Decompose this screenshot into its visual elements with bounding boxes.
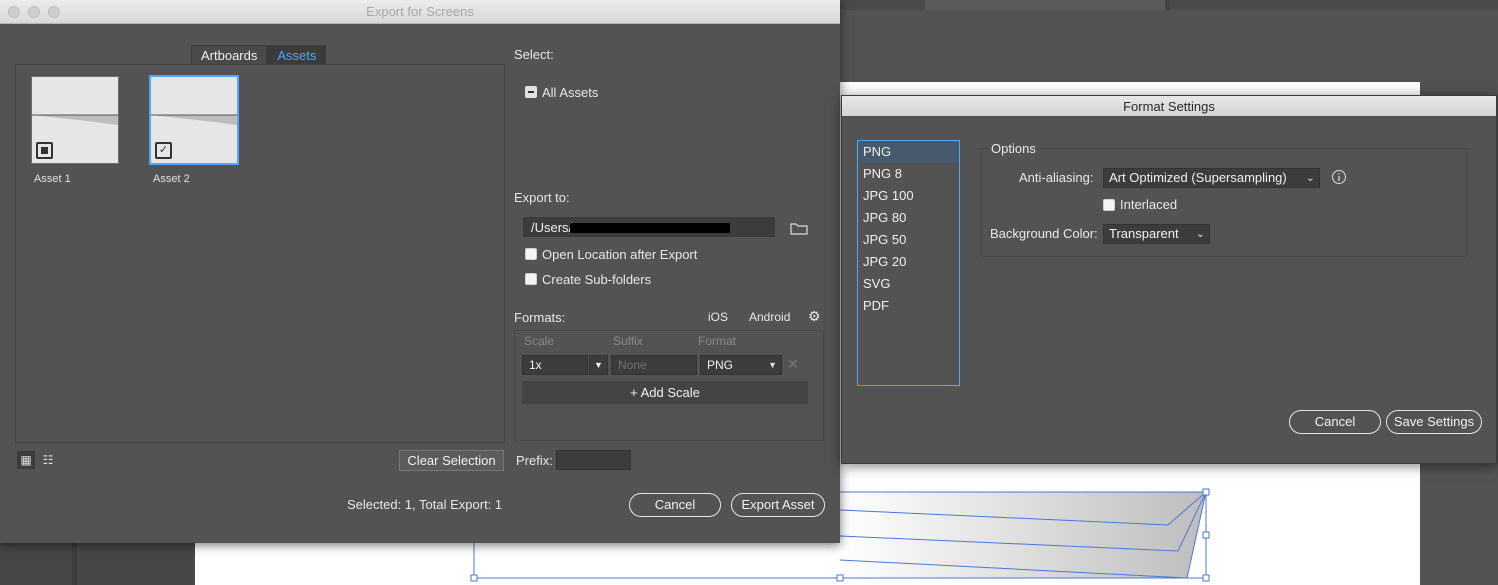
selection-status: Selected: 1, Total Export: 1 [347, 497, 503, 512]
export-asset-button[interactable]: Export Asset [731, 493, 825, 517]
create-subfolders-label: Create Sub-folders [542, 272, 652, 287]
chevron-down-icon: ⌄ [1305, 172, 1315, 184]
background-color-select[interactable]: Transparent ⌄ [1103, 224, 1210, 244]
ios-preset-button[interactable]: iOS [708, 310, 728, 324]
create-subfolders-checkbox[interactable] [525, 273, 537, 285]
artwork-shape [840, 492, 1206, 578]
format-list-item[interactable]: JPG 100 [858, 185, 959, 207]
column-header-format: Format [698, 334, 737, 348]
android-preset-button[interactable]: Android [749, 310, 790, 324]
grid-view-icon[interactable]: ▦ [17, 451, 35, 469]
anti-aliasing-select[interactable]: Art Optimized (Supersampling) ⌄ [1103, 168, 1320, 188]
remove-scale-icon[interactable]: ✕ [787, 356, 799, 373]
formats-label: Formats: [514, 310, 566, 325]
dialog-titlebar: Export for Screens [0, 0, 840, 24]
format-settings-dialog: Format Settings PNG PNG 8 JPG 100 JPG 80… [841, 95, 1497, 464]
selection-handle[interactable] [1202, 531, 1210, 539]
format-list-item[interactable]: JPG 50 [858, 229, 959, 251]
dialog-title: Export for Screens [366, 4, 474, 19]
format-select-value: PNG [707, 358, 734, 372]
format-list-item[interactable]: JPG 20 [858, 251, 959, 273]
anti-aliasing-label: Anti-aliasing: [1019, 170, 1094, 185]
format-list-item[interactable]: JPG 80 [858, 207, 959, 229]
export-to-label: Export to: [514, 190, 570, 205]
background-color-label: Background Color: [990, 226, 1098, 241]
gear-icon[interactable]: ⚙ [808, 308, 821, 325]
cancel-button[interactable]: Cancel [629, 493, 721, 517]
chevron-down-icon: ▼ [768, 360, 777, 370]
column-header-scale: Scale [524, 334, 555, 348]
asset-grid-panel: Asset 1 ✓ Asset 2 [15, 64, 505, 443]
redacted-path [570, 223, 730, 233]
prefix-label: Prefix: [516, 453, 553, 468]
scale-dropdown-icon[interactable]: ▼ [589, 355, 608, 375]
selection-handle[interactable] [470, 574, 478, 582]
chevron-down-icon: ⌄ [1195, 228, 1205, 240]
selection-handle[interactable] [1202, 574, 1210, 582]
all-assets-label: All Assets [542, 85, 599, 100]
format-list-item[interactable]: PDF [858, 295, 959, 317]
open-location-checkbox[interactable] [525, 248, 537, 260]
asset-checkbox-checked[interactable]: ✓ [155, 142, 172, 159]
selection-handle[interactable] [836, 574, 844, 582]
options-label: Options [990, 141, 1037, 156]
zoom-window-button[interactable] [48, 6, 60, 18]
asset-label: Asset 1 [34, 173, 71, 185]
folder-icon[interactable] [790, 221, 808, 235]
format-settings-title: Format Settings [842, 96, 1496, 116]
asset-label: Asset 2 [153, 173, 190, 185]
format-select[interactable]: PNG ▼ [700, 355, 782, 375]
open-location-label: Open Location after Export [542, 247, 698, 262]
info-icon[interactable] [1331, 169, 1347, 185]
tab-assets[interactable]: Assets [267, 45, 327, 64]
asset-thumbnail-1[interactable] [31, 76, 119, 164]
scale-input[interactable]: 1x [522, 355, 588, 375]
all-assets-checkbox[interactable] [525, 86, 537, 98]
asset-thumbnail-2[interactable]: ✓ [149, 75, 239, 165]
column-header-suffix: Suffix [613, 334, 643, 348]
format-list-item[interactable]: PNG 8 [858, 163, 959, 185]
export-path-text: /Users/ [531, 220, 573, 235]
asset-checkbox[interactable] [36, 142, 53, 159]
tab-bar: Artboards Assets [191, 45, 327, 64]
close-window-button[interactable] [8, 6, 20, 18]
format-cancel-button[interactable]: Cancel [1289, 410, 1381, 434]
select-label: Select: [514, 47, 554, 62]
prefix-input[interactable] [556, 450, 631, 470]
minimize-window-button[interactable] [28, 6, 40, 18]
interlaced-label: Interlaced [1120, 197, 1178, 212]
interlaced-checkbox[interactable] [1103, 199, 1115, 211]
save-settings-button[interactable]: Save Settings [1386, 410, 1482, 434]
background-color-value: Transparent [1109, 226, 1179, 241]
tab-artboards[interactable]: Artboards [191, 45, 268, 64]
list-view-icon[interactable]: ☷ [39, 451, 57, 469]
format-list: PNG PNG 8 JPG 100 JPG 80 JPG 50 JPG 20 S… [857, 140, 960, 386]
add-scale-button[interactable]: + Add Scale [522, 381, 808, 404]
anti-aliasing-value: Art Optimized (Supersampling) [1109, 170, 1287, 185]
selection-handle[interactable] [1202, 488, 1210, 496]
clear-selection-button[interactable]: Clear Selection [399, 450, 504, 471]
export-for-screens-dialog: Export for Screens Artboards Assets Asse… [0, 0, 840, 543]
suffix-input[interactable]: None [611, 355, 697, 375]
format-list-item[interactable]: PNG [858, 141, 959, 163]
format-list-item[interactable]: SVG [858, 273, 959, 295]
